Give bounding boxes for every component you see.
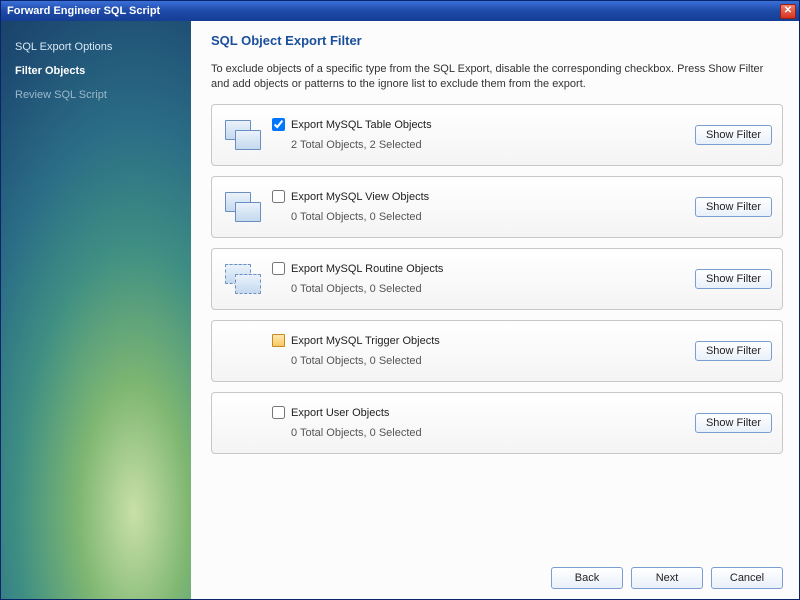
next-button[interactable]: Next: [631, 567, 703, 589]
titlebar: Forward Engineer SQL Script ✕: [1, 1, 799, 21]
filter-status: 0 Total Objects, 0 Selected: [272, 427, 687, 439]
checkbox-table[interactable]: [272, 118, 285, 131]
filter-card-table: Export MySQL Table Objects 2 Total Objec…: [211, 104, 783, 166]
close-icon[interactable]: ✕: [780, 4, 796, 19]
filter-label: Export MySQL Trigger Objects: [291, 335, 440, 347]
filter-label: Export User Objects: [291, 407, 389, 419]
show-filter-button[interactable]: Show Filter: [695, 269, 772, 289]
sidebar-step-review-script[interactable]: Review SQL Script: [11, 83, 181, 107]
show-filter-button[interactable]: Show Filter: [695, 341, 772, 361]
routine-icon: [220, 257, 264, 301]
window-body: SQL Export Options Filter Objects Review…: [1, 21, 799, 599]
filter-label: Export MySQL Table Objects: [291, 119, 432, 131]
show-filter-button[interactable]: Show Filter: [695, 125, 772, 145]
wizard-window: Forward Engineer SQL Script ✕ SQL Export…: [0, 0, 800, 600]
checkbox-view[interactable]: [272, 190, 285, 203]
wizard-sidebar: SQL Export Options Filter Objects Review…: [1, 21, 191, 599]
page-title: SQL Object Export Filter: [211, 33, 783, 48]
filter-label: Export MySQL Routine Objects: [291, 263, 443, 275]
filter-label: Export MySQL View Objects: [291, 191, 429, 203]
checkbox-user[interactable]: [272, 406, 285, 419]
cancel-button[interactable]: Cancel: [711, 567, 783, 589]
page-instructions: To exclude objects of a specific type fr…: [211, 62, 783, 92]
trigger-icon: [220, 329, 264, 373]
main-panel: SQL Object Export Filter To exclude obje…: [191, 21, 799, 599]
checkbox-routine[interactable]: [272, 262, 285, 275]
window-title: Forward Engineer SQL Script: [7, 5, 160, 17]
filter-status: 0 Total Objects, 0 Selected: [272, 283, 687, 295]
filter-card-routine: Export MySQL Routine Objects 0 Total Obj…: [211, 248, 783, 310]
show-filter-button[interactable]: Show Filter: [695, 197, 772, 217]
user-icon: [220, 401, 264, 445]
filter-cards: Export MySQL Table Objects 2 Total Objec…: [211, 104, 783, 555]
checkbox-trigger[interactable]: [272, 334, 285, 347]
view-icon: [220, 185, 264, 229]
filter-status: 2 Total Objects, 2 Selected: [272, 139, 687, 151]
show-filter-button[interactable]: Show Filter: [695, 413, 772, 433]
wizard-footer: Back Next Cancel: [211, 555, 783, 589]
filter-card-user: Export User Objects 0 Total Objects, 0 S…: [211, 392, 783, 454]
filter-status: 0 Total Objects, 0 Selected: [272, 355, 687, 367]
filter-status: 0 Total Objects, 0 Selected: [272, 211, 687, 223]
back-button[interactable]: Back: [551, 567, 623, 589]
filter-card-trigger: Export MySQL Trigger Objects 0 Total Obj…: [211, 320, 783, 382]
filter-card-view: Export MySQL View Objects 0 Total Object…: [211, 176, 783, 238]
table-icon: [220, 113, 264, 157]
sidebar-step-export-options[interactable]: SQL Export Options: [11, 35, 181, 59]
sidebar-step-filter-objects[interactable]: Filter Objects: [11, 59, 181, 83]
